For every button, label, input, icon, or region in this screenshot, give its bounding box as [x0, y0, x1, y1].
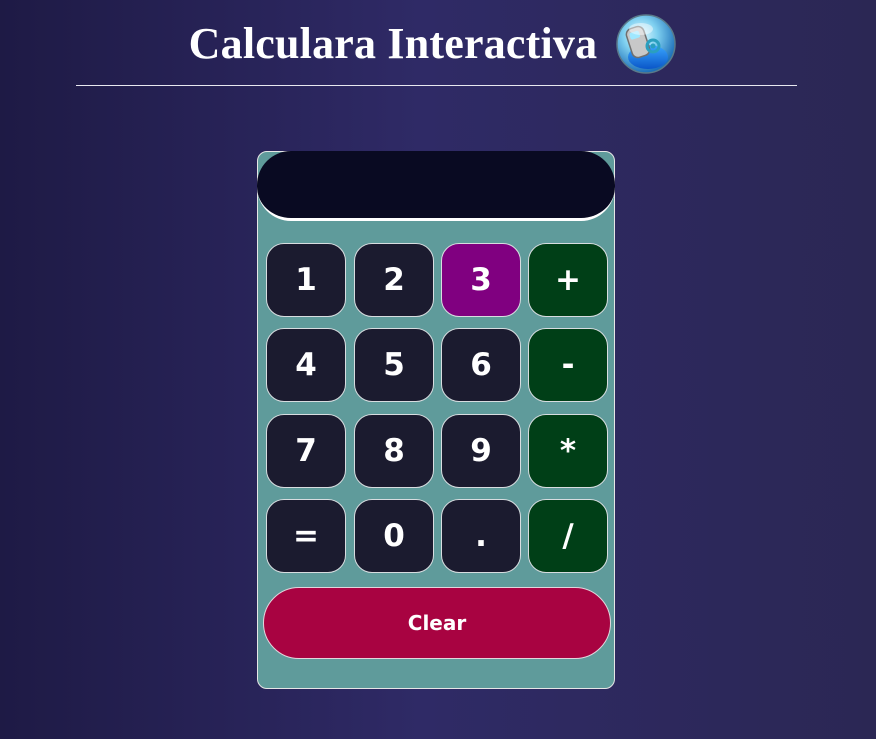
key-3[interactable]: 3 — [441, 243, 521, 317]
key-9[interactable]: 9 — [441, 414, 521, 488]
key-5[interactable]: 5 — [354, 328, 434, 402]
clear-button[interactable]: Clear — [263, 587, 611, 659]
key-1[interactable]: 1 — [266, 243, 346, 317]
key-6[interactable]: 6 — [441, 328, 521, 402]
key-4[interactable]: 4 — [266, 328, 346, 402]
key-divide[interactable]: / — [528, 499, 608, 573]
key-plus[interactable]: + — [528, 243, 608, 317]
calculator-display — [257, 151, 615, 221]
key-equals[interactable]: = — [266, 499, 346, 573]
key-minus[interactable]: - — [528, 328, 608, 402]
key-7[interactable]: 7 — [266, 414, 346, 488]
header-divider — [76, 85, 797, 86]
page-header: Calculara Interactiva — [0, 8, 876, 78]
key-8[interactable]: 8 — [354, 414, 434, 488]
calculator-globe-icon — [616, 14, 677, 74]
key-2[interactable]: 2 — [354, 243, 434, 317]
key-multiply[interactable]: * — [528, 414, 608, 488]
key-decimal[interactable]: . — [441, 499, 521, 573]
calculator-panel: 1 2 3 + 4 5 6 - 7 8 9 * = 0 . / Clear — [257, 151, 615, 689]
page-title: Calculara Interactiva — [188, 18, 598, 68]
key-0[interactable]: 0 — [354, 499, 434, 573]
